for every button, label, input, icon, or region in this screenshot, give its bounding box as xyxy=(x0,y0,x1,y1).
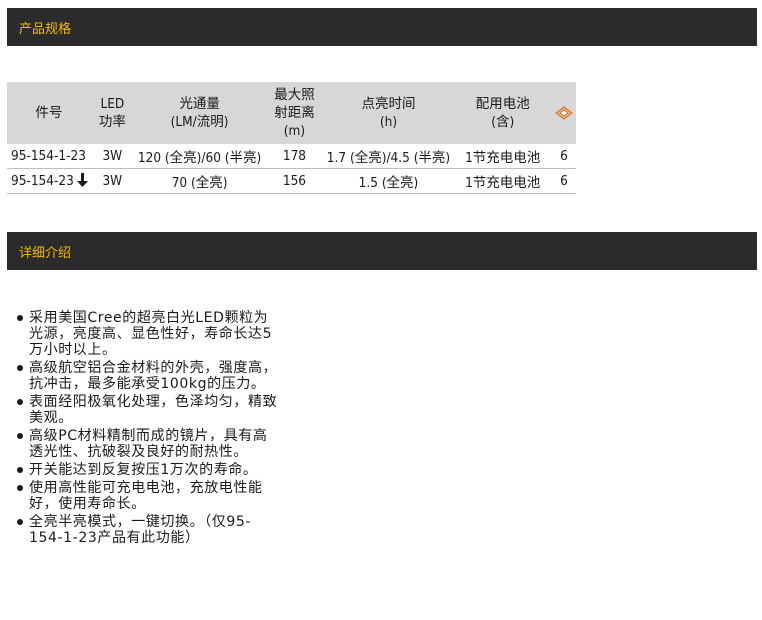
spec-table: 件号 LED 功率 光通量 (LM/流明) 最大照 射距离 (m) 点亮时间 (h) 配用… xyxy=(7,82,576,194)
cell-battery: 1节充电电池 xyxy=(453,168,552,194)
col-header-part: 件号 xyxy=(7,82,91,144)
table-row: 95-154-1-23 3W 120 (全亮)/60 (半亮) 178 1.7 (全亮)… xyxy=(7,144,576,169)
col-header-power: LED 功率 xyxy=(90,82,134,144)
feature-item: 高级航空铝合金材料的外壳，强度高，抗冲击，最多能承受100kg的压力。 xyxy=(14,360,280,392)
bullet-icon xyxy=(17,433,23,439)
section-title-specs: 产品规格 xyxy=(19,21,72,37)
col-header-cart[interactable] xyxy=(551,82,576,144)
cell-range: 178 xyxy=(265,144,324,169)
cell-part[interactable]: 95-154-1-23 xyxy=(7,144,91,169)
feature-list: 采用美国Cree的超亮白光LED颗粒为光源，亮度高、显色性好，寿命长达5万小时以… xyxy=(14,310,280,548)
feature-item: 表面经阳极氧化处理，色泽均匀，精致美观。 xyxy=(14,394,280,426)
cell-time: 1.5 (全亮) xyxy=(323,168,454,194)
feature-text: 高级PC材料精制而成的镜片，具有高透光性、抗破裂及良好的耐热性。 xyxy=(29,428,268,460)
bullet-icon xyxy=(17,485,23,491)
feature-item: 开关能达到反复按压1万次的寿命。 xyxy=(14,462,280,478)
col-header-flux: 光通量 (LM/流明) xyxy=(133,82,266,144)
feature-item: 使用高性能可充电电池，充放电性能好，使用寿命长。 xyxy=(14,480,280,512)
cell-battery: 1节充电电池 xyxy=(453,144,552,169)
feature-text: 采用美国Cree的超亮白光LED颗粒为光源，亮度高、显色性好，寿命长达5万小时以… xyxy=(29,310,273,358)
section-title-details: 详细介绍 xyxy=(19,245,72,261)
bullet-icon xyxy=(17,365,23,371)
feature-text: 全亮半亮模式，一键切换。（仅95-154-1-23产品有此功能） xyxy=(29,514,252,546)
feature-text: 开关能达到反复按压1万次的寿命。 xyxy=(29,462,258,478)
feature-item: 全亮半亮模式，一键切换。（仅95-154-1-23产品有此功能） xyxy=(14,514,280,546)
feature-item: 采用美国Cree的超亮白光LED颗粒为光源，亮度高、显色性好，寿命长达5万小时以… xyxy=(14,310,280,358)
bullet-icon xyxy=(17,315,23,321)
cell-part[interactable]: 95-154-23 xyxy=(7,168,91,194)
arrow-down-icon xyxy=(76,173,88,187)
feature-text: 使用高性能可充电电池，充放电性能好，使用寿命长。 xyxy=(29,480,263,512)
table-header-row: 件号 LED 功率 光通量 (LM/流明) 最大照 射距离 (m) 点亮时间 (h) 配用… xyxy=(7,82,576,144)
col-header-battery: 配用电池 (含) xyxy=(453,82,552,144)
feature-item: 高级PC材料精制而成的镜片，具有高透光性、抗破裂及良好的耐热性。 xyxy=(14,428,280,460)
cell-flux: 70 (全亮) xyxy=(133,168,266,194)
bullet-icon xyxy=(17,399,23,405)
bullet-icon xyxy=(17,467,23,473)
section-header-details: 详细介绍 xyxy=(7,232,757,270)
bullet-icon xyxy=(17,519,23,525)
cell-power: 3W xyxy=(90,168,134,194)
cell-qty: 6 xyxy=(551,144,576,169)
table-row: 95-154-23 3W 70 (全亮) 156 1.5 (全亮) 1节充电电池 6 xyxy=(7,168,576,194)
cell-range: 156 xyxy=(265,168,324,194)
cell-time: 1.7 (全亮)/4.5 (半亮) xyxy=(323,144,454,169)
feature-text: 高级航空铝合金材料的外壳，强度高，抗冲击，最多能承受100kg的压力。 xyxy=(29,360,278,392)
cell-qty: 6 xyxy=(551,168,576,194)
cart-icon[interactable] xyxy=(554,104,574,122)
feature-text: 表面经阳极氧化处理，色泽均匀，精致美观。 xyxy=(29,394,278,426)
section-header-specs: 产品规格 xyxy=(7,8,757,46)
col-header-range: 最大照 射距离 (m) xyxy=(265,82,324,144)
cell-power: 3W xyxy=(90,144,134,169)
cell-flux: 120 (全亮)/60 (半亮) xyxy=(133,144,266,169)
col-header-time: 点亮时间 (h) xyxy=(323,82,454,144)
